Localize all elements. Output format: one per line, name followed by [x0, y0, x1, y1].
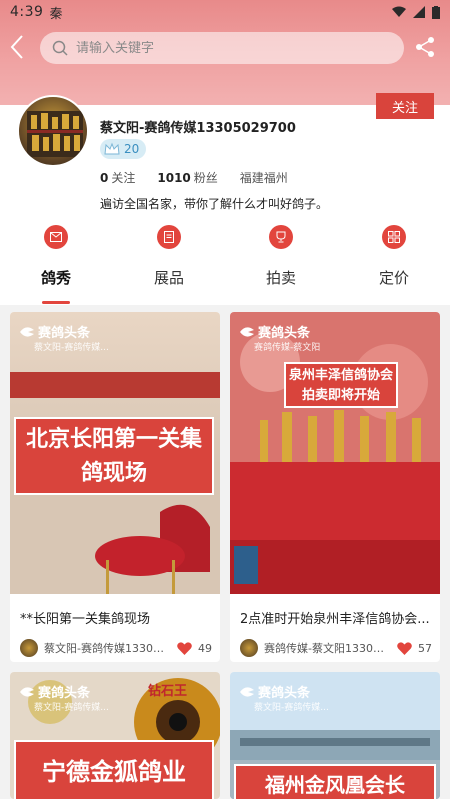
brand-label: 赛鸽头条 — [240, 322, 310, 341]
back-button[interactable] — [10, 34, 32, 62]
search-input[interactable] — [76, 40, 356, 56]
battery-icon — [432, 5, 440, 19]
status-bar: 4:39 秦 — [0, 0, 450, 24]
post-image: 赛鸽头条 赛鸽传媒-蔡文阳 泉州丰泽信鸽协会拍卖即将开始 — [230, 312, 440, 594]
profile-stats: 0 关注 1010 粉丝 福建福州 — [100, 169, 310, 186]
like-count: 49 — [198, 641, 212, 655]
active-tab-indicator — [42, 301, 70, 304]
post-card[interactable]: 赛鸽头条 蔡文阳-赛鸽传媒... 北京长阳第一关集鸽现场 **长阳第一关集鸽现场… — [10, 312, 220, 662]
diamond-king-badge: 钻石王 — [148, 684, 188, 699]
signal-icon — [413, 6, 425, 18]
brand-label: 赛鸽头条 — [20, 322, 90, 341]
brand-name: 赛鸽头条 — [38, 326, 91, 341]
author-name[interactable]: 蔡文阳-赛鸽传媒13305... — [44, 640, 164, 656]
author-avatar[interactable] — [20, 639, 38, 657]
like-button[interactable]: 57 — [397, 642, 440, 655]
brand-subtitle: 赛鸽传媒-蔡文阳 — [254, 343, 321, 353]
post-image: 赛鸽头条 蔡文阳-赛鸽传媒... 福州金风凰会长 — [230, 672, 440, 799]
level-badge: 20 — [100, 139, 146, 159]
brand-name: 赛鸽头条 — [38, 686, 91, 701]
fans-count: 1010 — [157, 171, 191, 185]
post-card[interactable]: 赛鸽头条 蔡文阳-赛鸽传媒... 福州金风凰会长 — [230, 672, 440, 799]
post-grid: 赛鸽头条 蔡文阳-赛鸽传媒... 北京长阳第一关集鸽现场 **长阳第一关集鸽现场… — [0, 305, 450, 799]
brand-name: 赛鸽头条 — [258, 326, 311, 341]
status-app-indicator: 秦 — [49, 6, 63, 22]
like-count: 57 — [418, 641, 432, 655]
post-card[interactable]: 赛鸽头条 赛鸽传媒-蔡文阳 泉州丰泽信鸽协会拍卖即将开始 2点准时开始泉州丰泽信… — [230, 312, 440, 662]
brand-label: 赛鸽头条 — [240, 682, 310, 701]
following-label: 关注 — [111, 171, 136, 185]
brand-subtitle: 蔡文阳-赛鸽传媒... — [34, 343, 109, 353]
wifi-icon — [392, 6, 406, 17]
share-button[interactable] — [414, 36, 438, 60]
brand-subtitle: 蔡文阳-赛鸽传媒... — [34, 703, 109, 713]
brand-logo-icon — [20, 326, 34, 337]
author-avatar[interactable] — [240, 639, 258, 657]
search-icon — [52, 40, 68, 56]
status-time: 4:39 — [10, 4, 44, 20]
trophy-shelf-image — [27, 111, 83, 157]
post-overlay-title: 泉州丰泽信鸽协会拍卖即将开始 — [284, 362, 398, 408]
tab-auction-icon-button[interactable] — [269, 225, 293, 249]
tab-xiuxiu[interactable]: 鸽秀 — [26, 267, 86, 288]
post-image: 赛鸽头条 蔡文阳-赛鸽传媒... 钻石王 宁德金狐鸽业 — [10, 672, 220, 799]
post-title[interactable]: 2点准时开始泉州丰泽信鸽协会... — [240, 608, 435, 627]
share-icon — [416, 37, 434, 57]
level-value: 20 — [124, 142, 140, 156]
post-meta: 赛鸽传媒-蔡文阳13305... 57 — [240, 638, 440, 658]
tab-auction[interactable]: 拍卖 — [251, 267, 311, 288]
user-name: 蔡文阳-赛鸽传媒13305029700 — [100, 121, 296, 136]
post-overlay-title: 北京长阳第一关集鸽现场 — [14, 417, 214, 495]
crown-icon — [104, 142, 120, 155]
brand-logo-icon — [240, 326, 254, 337]
document-icon — [164, 231, 174, 243]
fans-stat[interactable]: 1010 粉丝 — [157, 169, 217, 186]
brand-name: 赛鸽头条 — [258, 686, 311, 701]
trophy-icon — [276, 231, 286, 243]
fans-label: 粉丝 — [193, 171, 218, 185]
follow-button[interactable]: 关注 — [376, 93, 434, 119]
author-name[interactable]: 赛鸽传媒-蔡文阳13305... — [264, 640, 384, 656]
following-count: 0 — [100, 171, 109, 185]
tab-exhibit[interactable]: 展品 — [139, 267, 199, 288]
post-card[interactable]: 赛鸽头条 蔡文阳-赛鸽传媒... 钻石王 宁德金狐鸽业 — [10, 672, 220, 799]
heart-icon — [177, 641, 192, 655]
like-button[interactable]: 49 — [177, 642, 220, 655]
brand-subtitle: 蔡文阳-赛鸽传媒... — [254, 703, 329, 713]
chevron-left-icon — [10, 35, 23, 59]
avatar[interactable] — [17, 95, 89, 167]
tab-bar: 鸽秀 展品 拍卖 定价 — [0, 267, 450, 289]
profile-bio: 遍访全国名家，带你了解什么才叫好鸽子。 — [100, 197, 329, 211]
tab-exhibit-icon-button[interactable] — [157, 225, 181, 249]
tab-price-icon-button[interactable] — [382, 225, 406, 249]
top-nav — [0, 30, 450, 66]
tab-price[interactable]: 定价 — [364, 267, 424, 288]
post-title[interactable]: **长阳第一关集鸽现场 — [20, 608, 215, 627]
auction-table-image — [230, 312, 440, 594]
grid-icon — [388, 231, 400, 243]
post-overlay-title: 宁德金狐鸽业 — [14, 740, 214, 799]
brand-logo-icon — [240, 686, 254, 697]
tab-xiuxiu-icon-button[interactable] — [44, 225, 68, 249]
post-overlay-title: 福州金风凰会长 — [234, 764, 436, 799]
location: 福建福州 — [239, 171, 288, 185]
following-stat[interactable]: 0 关注 — [100, 169, 135, 186]
brand-label: 赛鸽头条 — [20, 682, 90, 701]
brand-logo-icon — [20, 686, 34, 697]
post-meta: 蔡文阳-赛鸽传媒13305... 49 — [20, 638, 220, 658]
tab-icon-row — [0, 225, 450, 251]
mail-icon — [50, 232, 62, 242]
heart-icon — [397, 641, 412, 655]
profile-panel: 关注 蔡文阳-赛鸽传媒13305029700 20 0 关注 1010 粉丝 福建福… — [0, 93, 450, 305]
post-image: 赛鸽头条 蔡文阳-赛鸽传媒... 北京长阳第一关集鸽现场 — [10, 312, 220, 594]
search-bar[interactable] — [40, 32, 404, 64]
